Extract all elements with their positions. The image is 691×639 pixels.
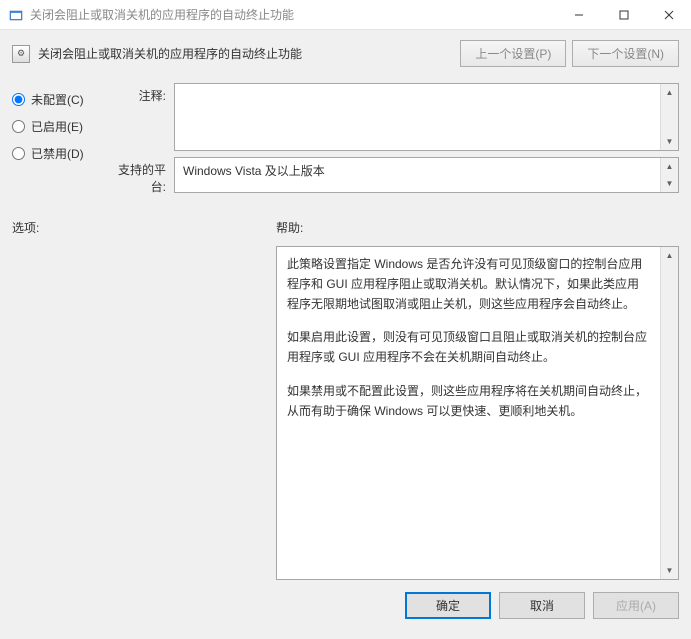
scroll-down-icon[interactable]: ▼ — [661, 175, 678, 192]
radio-disabled[interactable]: 已禁用(D) — [12, 145, 96, 162]
window-title: 关闭会阻止或取消关机的应用程序的自动终止功能 — [30, 6, 556, 23]
cancel-button[interactable]: 取消 — [499, 592, 585, 619]
radio-enabled[interactable]: 已启用(E) — [12, 118, 96, 135]
minimize-button[interactable] — [556, 0, 601, 29]
apply-button[interactable]: 应用(A) — [593, 592, 679, 619]
comment-textarea[interactable]: ▲ ▼ — [174, 83, 679, 151]
titlebar: 关闭会阻止或取消关机的应用程序的自动终止功能 — [0, 0, 691, 30]
help-textbox: 此策略设置指定 Windows 是否允许没有可见顶级窗口的控制台应用程序和 GU… — [276, 246, 679, 580]
radio-disabled-label: 已禁用(D) — [31, 145, 84, 162]
policy-icon: ⚙ — [12, 45, 30, 63]
help-paragraph: 此策略设置指定 Windows 是否允许没有可见顶级窗口的控制台应用程序和 GU… — [287, 255, 650, 314]
window-icon — [8, 7, 24, 23]
help-label: 帮助: — [276, 219, 679, 236]
help-paragraph: 如果禁用或不配置此设置，则这些应用程序将在关机期间自动终止，从而有助于确保 Wi… — [287, 382, 650, 422]
radio-group: 未配置(C) 已启用(E) 已禁用(D) — [12, 83, 96, 201]
scroll-down-icon[interactable]: ▼ — [661, 562, 678, 579]
policy-title: 关闭会阻止或取消关机的应用程序的自动终止功能 — [38, 45, 454, 62]
radio-not-configured-label: 未配置(C) — [31, 91, 84, 108]
platform-box: Windows Vista 及以上版本 ▲ ▼ — [174, 157, 679, 193]
comment-label: 注释: — [104, 83, 174, 151]
prev-setting-button[interactable]: 上一个设置(P) — [460, 40, 566, 67]
radio-enabled-label: 已启用(E) — [31, 118, 83, 135]
scroll-up-icon[interactable]: ▲ — [661, 84, 678, 101]
button-bar: 确定 取消 应用(A) — [0, 580, 691, 631]
next-setting-button[interactable]: 下一个设置(N) — [572, 40, 679, 67]
ok-button[interactable]: 确定 — [405, 592, 491, 619]
window-controls — [556, 0, 691, 29]
platform-value: Windows Vista 及以上版本 — [183, 164, 325, 178]
header-row: ⚙ 关闭会阻止或取消关机的应用程序的自动终止功能 上一个设置(P) 下一个设置(… — [12, 40, 679, 67]
scroll-up-icon[interactable]: ▲ — [661, 158, 678, 175]
scroll-down-icon[interactable]: ▼ — [661, 133, 678, 150]
help-paragraph: 如果启用此设置，则没有可见顶级窗口且阻止或取消关机的控制台应用程序或 GUI 应… — [287, 328, 650, 368]
options-label: 选项: — [12, 219, 262, 236]
close-button[interactable] — [646, 0, 691, 29]
platform-label: 支持的平台: — [104, 157, 174, 195]
maximize-button[interactable] — [601, 0, 646, 29]
scroll-up-icon[interactable]: ▲ — [661, 247, 678, 264]
radio-not-configured[interactable]: 未配置(C) — [12, 91, 96, 108]
